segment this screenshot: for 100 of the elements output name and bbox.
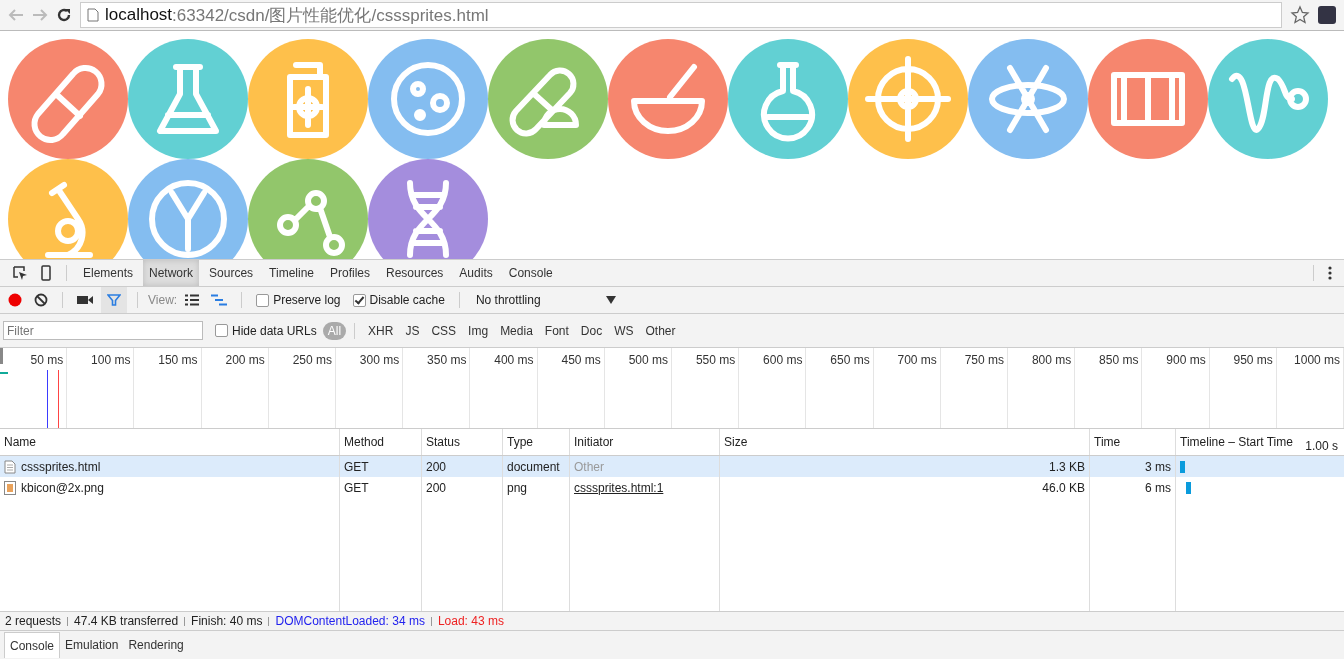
panel-tab[interactable]: Sources [203, 260, 260, 286]
column-header[interactable]: Timeline – Start Time [1180, 435, 1293, 449]
panel-tab[interactable]: Profiles [324, 260, 376, 286]
flask-icon [761, 62, 815, 142]
initiator-cell: Other [574, 459, 604, 474]
column-header[interactable]: Time [1094, 435, 1121, 449]
method-cell: GET [344, 459, 369, 474]
file-name: csssprites.html [21, 459, 101, 474]
address-bar[interactable]: localhost:63342/csdn/图片性能优化/csssprites.html [80, 2, 1282, 28]
tick-label: 550 ms [695, 353, 736, 367]
checkbox-label: Disable cache [369, 293, 445, 307]
document-icon [4, 459, 16, 474]
type-cell: png [507, 480, 528, 495]
star-icon[interactable] [1290, 5, 1310, 25]
status-cell: 200 [426, 480, 447, 495]
clear-icon[interactable] [34, 293, 48, 307]
waterfall-bar [1186, 481, 1191, 494]
record-icon[interactable] [8, 293, 22, 307]
request-row[interactable]: csssprites.html GET 200 document Other 1.3 KB 3 ms [0, 456, 1344, 477]
column-header[interactable]: Method [344, 435, 385, 449]
drawer-tab[interactable]: Console [4, 632, 61, 658]
type-filter[interactable]: Media [495, 321, 538, 340]
type-filter[interactable]: Doc [575, 321, 608, 340]
size-cell: 1.3 KB [1048, 459, 1085, 474]
panel-tab[interactable]: Elements [77, 260, 140, 286]
camera-icon[interactable] [77, 294, 93, 306]
bowl-icon [631, 64, 705, 134]
initiator-link[interactable]: csssprites.html:1 [574, 480, 664, 495]
nodes-icon [277, 190, 345, 256]
column-header[interactable]: Initiator [574, 435, 614, 449]
tick-label: 950 ms [1233, 353, 1273, 367]
drawer-tab[interactable]: Emulation [60, 632, 124, 658]
panel-tab[interactable]: Console [502, 260, 559, 286]
column-header[interactable]: Name [4, 435, 36, 449]
tick-label: 700 ms [897, 353, 937, 367]
panel-tab[interactable]: Timeline [263, 260, 320, 286]
more-icon[interactable] [1328, 266, 1332, 280]
type-filter[interactable]: WS [609, 321, 639, 340]
load-line [58, 370, 59, 428]
inspect-icon[interactable] [12, 265, 28, 281]
file-name: kbicon@2x.png [21, 480, 104, 495]
column-header[interactable]: Size [724, 435, 748, 449]
device-icon[interactable] [40, 265, 52, 281]
pills-icon [509, 67, 579, 137]
tick-label: 650 ms [830, 353, 870, 367]
bottle-icon [287, 62, 329, 138]
status-text: DOMContentLoaded: 34 ms [275, 614, 425, 628]
filter-field[interactable]: Filter [3, 321, 203, 340]
crosshair-icon [865, 56, 951, 142]
reload-icon[interactable] [56, 7, 72, 23]
flask-icon [157, 64, 219, 134]
extension-icon[interactable] [1318, 6, 1336, 24]
waterfall-view-icon[interactable] [211, 294, 228, 306]
waterfall-bar [1180, 460, 1185, 473]
type-filter[interactable]: XHR [363, 321, 399, 340]
column-header[interactable]: Type [507, 435, 533, 449]
request-row[interactable]: kbicon@2x.png GET 200 png csssprites.html:1 46.0 KB 6 ms [0, 477, 1344, 498]
tick-label: 250 ms [292, 353, 332, 367]
method-cell: GET [344, 480, 369, 495]
checkbox-label: Preserve log [273, 293, 341, 307]
range-handle[interactable] [0, 348, 3, 364]
panel-tab[interactable]: Network [143, 260, 200, 286]
tick-label: 300 ms [359, 353, 400, 367]
tick-label: 150 ms [158, 353, 198, 367]
pill-icon [31, 65, 105, 143]
type-filter[interactable]: JS [400, 321, 425, 340]
tick-label: 600 ms [763, 353, 803, 367]
column-header[interactable]: Status [426, 435, 461, 449]
atom-icon [989, 65, 1067, 133]
type-filter[interactable]: Other [640, 321, 681, 340]
status-text: 2 requests [5, 614, 62, 628]
panel-tab[interactable]: Resources [380, 260, 450, 286]
status-text: Finish: 40 ms [191, 614, 263, 628]
tick-label: 450 ms [561, 353, 601, 367]
status-cell: 200 [426, 459, 447, 474]
list-view-icon[interactable] [185, 294, 200, 306]
tick-label: 500 ms [628, 353, 669, 367]
url-host: localhost [105, 5, 173, 25]
drawer-tab[interactable]: Rendering [123, 632, 189, 658]
time-cell: 6 ms [1145, 480, 1171, 495]
time-cell: 3 ms [1145, 459, 1171, 474]
checkbox[interactable] [352, 293, 366, 307]
tick-label: 800 ms [1031, 353, 1072, 367]
tick-label: 850 ms [1099, 353, 1139, 367]
filter-toggle[interactable] [101, 287, 127, 313]
throttling-dropdown[interactable]: No throttling [469, 293, 622, 307]
checkbox[interactable] [215, 324, 228, 337]
tick-label: 750 ms [964, 353, 1005, 367]
film-icon [1111, 72, 1185, 126]
filter-icon [107, 293, 121, 307]
checkbox[interactable] [256, 293, 270, 307]
type-filter[interactable]: CSS [426, 321, 462, 340]
type-cell: document [507, 459, 560, 474]
tick-label: 200 ms [225, 353, 265, 367]
tick-label: 50 ms [30, 353, 64, 367]
size-cell: 46.0 KB [1042, 480, 1085, 495]
image-file-icon [4, 480, 16, 495]
type-filter[interactable]: Font [539, 321, 574, 340]
type-filter[interactable]: Img [463, 321, 494, 340]
panel-tab[interactable]: Audits [453, 260, 499, 286]
